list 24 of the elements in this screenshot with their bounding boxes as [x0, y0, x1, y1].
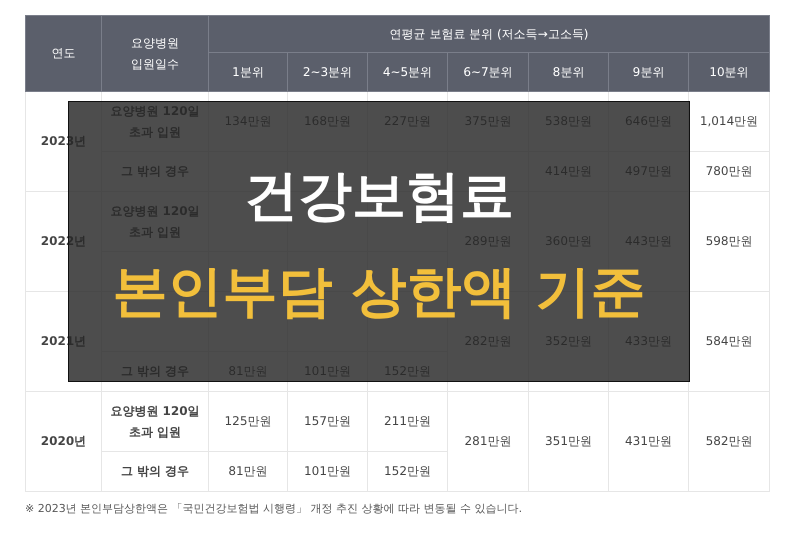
column-header: 연도 [26, 16, 102, 92]
year-cell: 2020년 [26, 392, 102, 492]
table-cell: 431만원 [608, 392, 688, 492]
column-header: 6~7분위 [448, 52, 528, 92]
banner-title: 건강보험료 [244, 166, 514, 226]
table-cell: 125만원 [208, 392, 288, 452]
column-header: 10분위 [688, 52, 770, 92]
table-cell: 351만원 [528, 392, 608, 492]
table-cell: 582만원 [688, 392, 770, 492]
table-cell: 211만원 [368, 392, 448, 452]
footnote: ※ 2023년 본인부담상한액은 「국민건강보험법 시행령」 개정 추진 상황에 따라 변동될 수 있습니다. [25, 501, 524, 516]
column-header: 9분위 [608, 52, 688, 92]
table-cell: 81만원 [208, 452, 288, 492]
table-cell: 157만원 [288, 392, 368, 452]
row-label-cell: 그 밖의 경우 [102, 452, 208, 492]
row-label-cell: 요양병원 120일 초과 입원 [102, 392, 208, 452]
column-group-header: 연평균 보험료 분위 (저소득→고소득) [208, 16, 770, 52]
column-header: 2~3분위 [288, 52, 368, 92]
column-header: 4~5분위 [368, 52, 448, 92]
column-header: 요양병원 입원일수 [102, 16, 208, 92]
table-cell: 101만원 [288, 452, 368, 492]
column-header: 8분위 [528, 52, 608, 92]
table-cell: 281만원 [448, 392, 528, 492]
column-header: 1분위 [208, 52, 288, 92]
